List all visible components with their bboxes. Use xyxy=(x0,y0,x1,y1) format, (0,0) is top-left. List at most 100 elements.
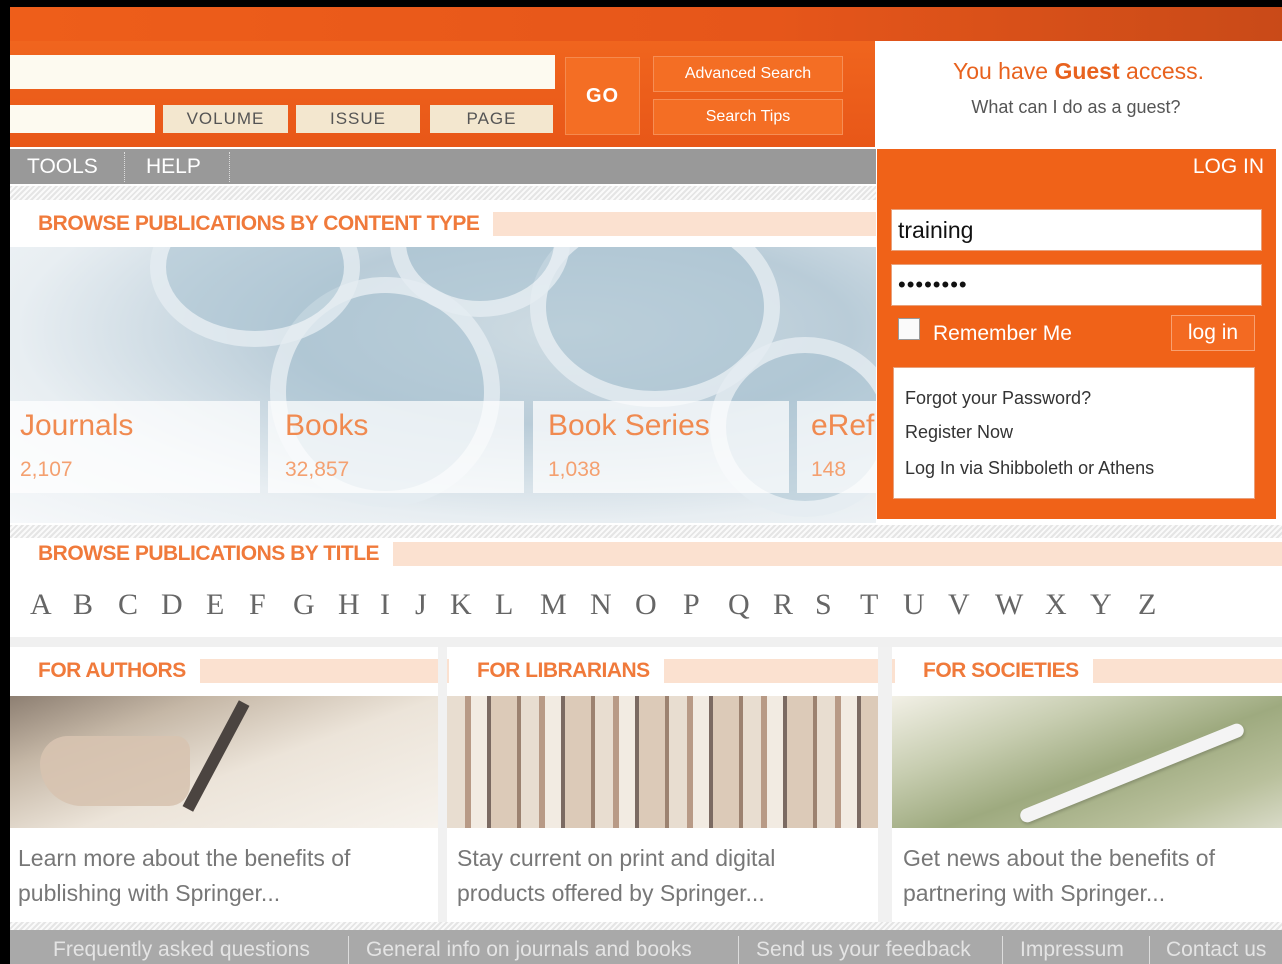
issue-field-label[interactable]: ISSUE xyxy=(296,105,420,133)
societies-text[interactable]: Get news about the benefits of partnering… xyxy=(903,841,1278,911)
username-input[interactable]: training xyxy=(891,209,1262,251)
nav-separator xyxy=(124,152,125,182)
alphabet-letter-t[interactable]: T xyxy=(860,588,878,622)
search-tips-button[interactable]: Search Tips xyxy=(653,99,843,135)
remember-me-checkbox[interactable] xyxy=(898,318,920,340)
login-button[interactable]: log in xyxy=(1171,315,1255,351)
password-input[interactable]: •••••••• xyxy=(891,264,1262,306)
alphabet-letter-y[interactable]: Y xyxy=(1090,588,1112,622)
alphabet-letter-q[interactable]: Q xyxy=(728,588,750,622)
alphabet-letter-n[interactable]: N xyxy=(590,588,612,622)
societies-image[interactable] xyxy=(892,696,1282,828)
alphabet-letter-l[interactable]: L xyxy=(495,588,513,622)
alphabet-letter-z[interactable]: Z xyxy=(1138,588,1156,622)
societies-text-line2: partnering with Springer... xyxy=(903,880,1166,906)
field-search-input[interactable] xyxy=(10,105,155,133)
alphabet-letter-s[interactable]: S xyxy=(815,588,832,622)
librarians-text-line2: products offered by Springer... xyxy=(457,880,765,906)
footer-separator xyxy=(738,936,739,964)
librarians-text[interactable]: Stay current on print and digital product… xyxy=(457,841,877,911)
footer-link-faq[interactable]: Frequently asked questions xyxy=(53,938,310,962)
alphabet-letter-d[interactable]: D xyxy=(161,588,183,622)
alphabet-letter-k[interactable]: K xyxy=(450,588,472,622)
guest-help-link[interactable]: What can I do as a guest? xyxy=(875,97,1277,118)
librarians-text-line1: Stay current on print and digital xyxy=(457,845,776,871)
alphabet-letter-i[interactable]: I xyxy=(380,588,390,622)
header-strip xyxy=(10,7,1282,41)
nav-tools[interactable]: TOOLS xyxy=(27,149,98,184)
advanced-search-button[interactable]: Advanced Search xyxy=(653,56,843,92)
login-header-label[interactable]: LOG IN xyxy=(877,149,1264,185)
footer-link-contact[interactable]: Contact us xyxy=(1166,938,1266,962)
alphabet-letter-v[interactable]: V xyxy=(948,588,970,622)
card-count: 148 xyxy=(811,458,847,481)
pen-shape xyxy=(1018,721,1246,825)
register-link[interactable]: Register Now xyxy=(905,422,1013,443)
alphabet-letter-f[interactable]: F xyxy=(249,588,266,622)
nav-help[interactable]: HELP xyxy=(146,149,201,184)
footer-link-general-info[interactable]: General info on journals and books xyxy=(366,938,692,962)
footer-separator xyxy=(348,936,349,964)
card-count: 1,038 xyxy=(548,458,601,481)
content-card-journals[interactable]: Journals 2,107 xyxy=(10,401,260,493)
footer-separator xyxy=(1149,936,1150,964)
window-frame-left xyxy=(0,0,10,964)
section-title-societies: FOR SOCIETIES xyxy=(895,656,1093,686)
authors-text-line2: publishing with Springer... xyxy=(18,880,281,906)
alphabet-letter-m[interactable]: M xyxy=(540,588,567,622)
column-divider xyxy=(878,647,892,924)
authors-image[interactable] xyxy=(10,696,438,828)
go-button[interactable]: GO xyxy=(565,57,640,135)
alphabet-letter-r[interactable]: R xyxy=(773,588,793,622)
authors-text[interactable]: Learn more about the benefits of publishi… xyxy=(18,841,438,911)
card-title: eRef xyxy=(811,409,875,442)
section-title-authors: FOR AUTHORS xyxy=(10,656,200,686)
card-title: Book Series xyxy=(548,409,710,442)
remember-me-label[interactable]: Remember Me xyxy=(933,322,1072,346)
alphabet-letter-j[interactable]: J xyxy=(415,588,427,622)
forgot-password-link[interactable]: Forgot your Password? xyxy=(905,388,1091,409)
hatch-divider xyxy=(10,186,876,200)
footer-link-feedback[interactable]: Send us your feedback xyxy=(756,938,971,962)
volume-field-label[interactable]: VOLUME xyxy=(163,105,288,133)
guest-prefix: You have xyxy=(952,58,1055,84)
authors-text-line1: Learn more about the benefits of xyxy=(18,845,351,871)
societies-text-line1: Get news about the benefits of xyxy=(903,845,1215,871)
librarians-image[interactable] xyxy=(447,696,878,828)
card-title: Journals xyxy=(20,409,134,442)
alphabet-letter-w[interactable]: W xyxy=(995,588,1023,622)
alphabet-letter-o[interactable]: O xyxy=(635,588,657,622)
alphabet-letter-b[interactable]: B xyxy=(73,588,93,622)
footer-separator xyxy=(1002,936,1003,964)
alphabet-letter-p[interactable]: P xyxy=(683,588,700,622)
nav-separator xyxy=(229,152,230,182)
pen-shape xyxy=(182,700,250,812)
alphabet-letter-a[interactable]: A xyxy=(30,588,52,622)
alphabet-letter-u[interactable]: U xyxy=(903,588,925,622)
alphabet-letter-e[interactable]: E xyxy=(206,588,224,622)
section-title-content-type: BROWSE PUBLICATIONS BY CONTENT TYPE xyxy=(10,209,494,239)
card-count: 2,107 xyxy=(20,458,73,481)
search-input[interactable] xyxy=(10,55,555,89)
content-card-eref[interactable]: eRef 148 xyxy=(797,401,876,493)
alphabet-letter-c[interactable]: C xyxy=(118,588,138,622)
hatch-divider xyxy=(10,525,1282,538)
guest-panel xyxy=(875,41,1282,147)
content-card-book-series[interactable]: Book Series 1,038 xyxy=(533,401,789,493)
guest-suffix: access. xyxy=(1119,58,1205,84)
alphabet-letter-h[interactable]: H xyxy=(338,588,360,622)
shibboleth-athens-link[interactable]: Log In via Shibboleth or Athens xyxy=(905,458,1154,479)
guest-strong: Guest xyxy=(1054,58,1120,84)
hand-shape xyxy=(40,736,190,806)
section-title-by-title: BROWSE PUBLICATIONS BY TITLE xyxy=(10,539,394,569)
window-frame-top xyxy=(0,0,1282,7)
nav-bar xyxy=(10,149,876,184)
card-count: 32,857 xyxy=(285,458,350,481)
guest-access-message: You have Guest access. xyxy=(875,58,1282,85)
footer-link-impressum[interactable]: Impressum xyxy=(1020,938,1124,962)
section-title-librarians: FOR LIBRARIANS xyxy=(449,656,664,686)
page-field-label[interactable]: PAGE xyxy=(430,105,553,133)
content-card-books[interactable]: Books 32,857 xyxy=(268,401,524,493)
alphabet-letter-g[interactable]: G xyxy=(293,588,315,622)
alphabet-letter-x[interactable]: X xyxy=(1045,588,1067,622)
